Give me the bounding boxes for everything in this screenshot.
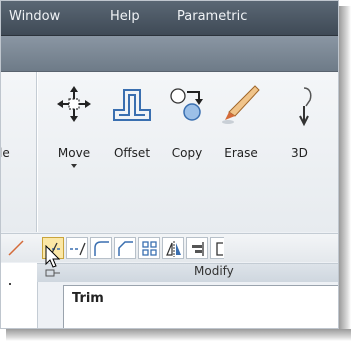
align-button[interactable] (186, 237, 208, 259)
line-icon (8, 240, 24, 256)
copy-icon (165, 82, 209, 128)
stretch-icon (216, 242, 223, 256)
menu-window[interactable]: Window (9, 9, 60, 24)
crosshair-dot (9, 283, 11, 285)
ribbon-tab-strip (1, 36, 338, 72)
app-window: Window Help Parametric le Move Offset Co… (0, 0, 339, 329)
chamfer-button[interactable] (114, 237, 136, 259)
erase-icon (219, 82, 263, 128)
drop-shadow-right (339, 6, 351, 341)
chamfer-icon (118, 241, 133, 256)
mirror-3d-icon (272, 82, 316, 128)
copy-button[interactable]: Copy (165, 78, 209, 178)
offset-button[interactable]: Offset (107, 78, 157, 178)
menu-bar: Window Help Parametric (1, 1, 338, 36)
move-button[interactable]: Move (51, 78, 97, 178)
modify-panel-title: Modify (194, 264, 234, 278)
partial-line-tool[interactable] (5, 237, 27, 259)
offset-label: Offset (113, 146, 151, 160)
mirror-button[interactable] (162, 237, 184, 259)
partial-label: le (0, 146, 10, 160)
fillet-icon (94, 241, 109, 256)
align-icon (192, 242, 204, 256)
erase-button[interactable]: Erase (218, 78, 264, 178)
drop-shadow-bottom (6, 329, 351, 341)
tooltip: Trim (63, 285, 338, 328)
array-icon (142, 241, 157, 256)
mouse-cursor-icon (45, 244, 61, 272)
copy-label: Copy (171, 146, 203, 160)
chevron-down-icon[interactable] (71, 164, 77, 168)
modify-panel-title-bar[interactable] (37, 263, 338, 282)
fillet-button[interactable] (90, 237, 112, 259)
tooltip-title: Trim (72, 291, 104, 306)
erase-label: Erase (224, 146, 258, 160)
mirror-3d-button[interactable]: 3D (271, 78, 317, 178)
move-icon (52, 82, 96, 128)
ribbon-panel: le Move Offset Copy Erase 3D (0, 72, 338, 304)
ribbon-separator-highlight (37, 72, 38, 232)
stretch-button[interactable] (210, 237, 224, 259)
offset-icon (110, 82, 154, 128)
array-button[interactable] (138, 237, 160, 259)
mirror-3d-label: 3D (291, 146, 308, 160)
menu-help[interactable]: Help (110, 9, 140, 24)
move-label: Move (57, 146, 91, 160)
extend-button[interactable] (66, 237, 88, 259)
extend-icon (70, 242, 86, 256)
menu-parametric[interactable]: Parametric (177, 9, 247, 24)
drawing-area-left (1, 263, 38, 328)
mirror-icon (166, 241, 181, 257)
